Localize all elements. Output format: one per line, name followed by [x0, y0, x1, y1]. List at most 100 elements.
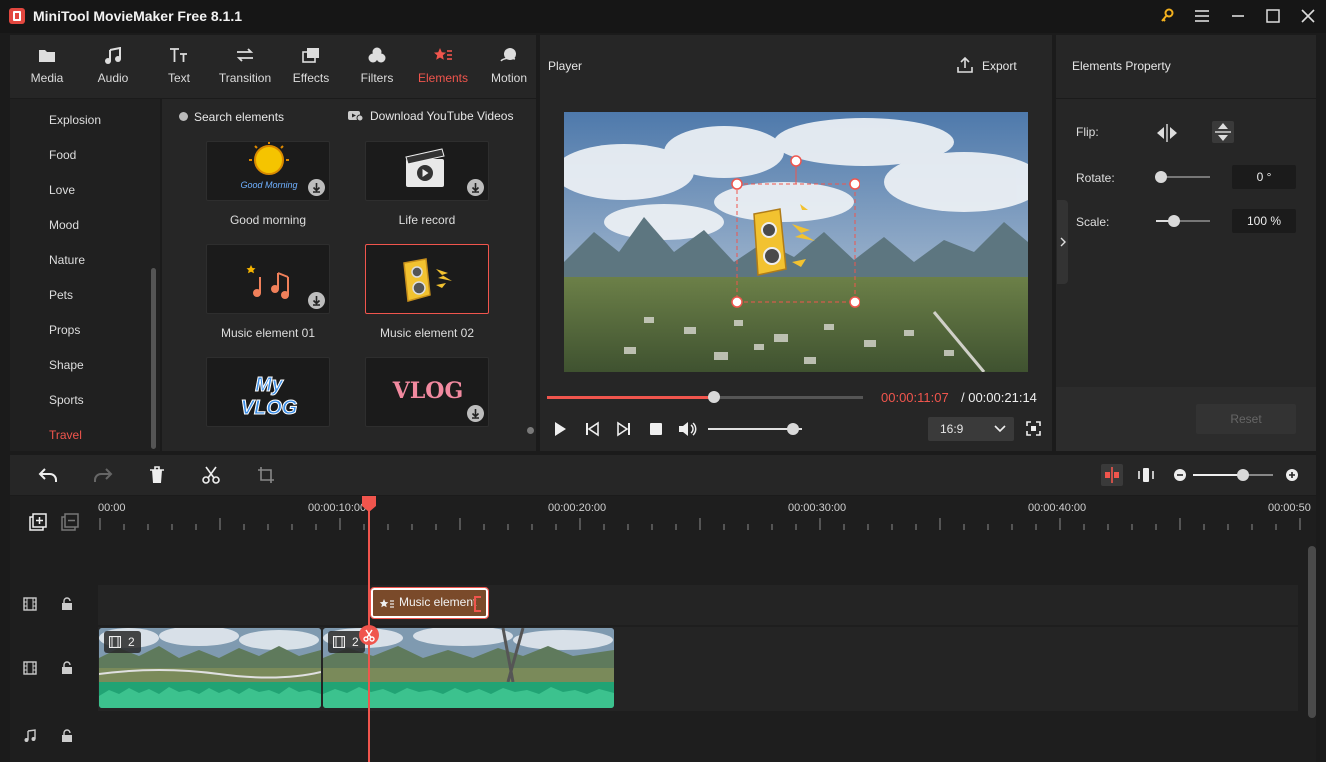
key-icon[interactable]	[1156, 6, 1178, 26]
menu-icon[interactable]	[1191, 6, 1213, 26]
export-button[interactable]: Export	[982, 59, 1017, 73]
category-item[interactable]: Mood	[49, 218, 79, 232]
tab-transition[interactable]: Transition	[212, 35, 278, 98]
tab-motion[interactable]: Motion	[476, 35, 542, 98]
element-thumb-my-vlog[interactable]: My VLOG	[206, 357, 330, 427]
ruler-ticks	[99, 518, 1301, 530]
flip-vertical-icon[interactable]	[1210, 119, 1236, 145]
snap-toggle-icon[interactable]	[1101, 464, 1123, 486]
ruler-label: 00:00:30:00	[788, 502, 847, 514]
tab-effects[interactable]: Effects	[278, 35, 344, 98]
next-frame-icon[interactable]	[616, 421, 632, 437]
category-item[interactable]: Shape	[49, 358, 84, 372]
audio-track[interactable]	[98, 712, 1298, 762]
volume-icon[interactable]	[678, 421, 698, 437]
video-track[interactable]: 2 2	[98, 627, 1298, 711]
text-icon	[169, 47, 189, 63]
split-marker-scissors-icon[interactable]	[359, 625, 379, 645]
category-item[interactable]: Pets	[49, 288, 73, 302]
add-track-icon[interactable]	[29, 513, 47, 531]
export-icon[interactable]	[956, 56, 974, 74]
element-track[interactable]: Music element	[98, 585, 1298, 625]
category-item[interactable]: Nature	[49, 253, 85, 267]
category-scrollbar[interactable]	[151, 268, 156, 449]
category-item[interactable]: Explosion	[49, 113, 101, 127]
search-elements-input[interactable]: Search elements	[194, 110, 284, 124]
minimize-icon[interactable]	[1227, 6, 1249, 26]
category-item[interactable]: Props	[49, 323, 80, 337]
scale-slider[interactable]	[1156, 215, 1210, 227]
element-overlay[interactable]	[730, 154, 860, 310]
element-label: Music element 01	[220, 326, 316, 340]
element-label: Life record	[398, 213, 456, 227]
close-icon[interactable]	[1297, 6, 1319, 26]
category-item-active[interactable]: Travel	[49, 428, 82, 442]
video-clip[interactable]: 2	[99, 628, 321, 708]
zoom-in-icon[interactable]	[1285, 468, 1299, 482]
ruler-label: 00:00	[98, 502, 126, 514]
rotate-value-input[interactable]: 0 °	[1232, 165, 1296, 189]
stop-icon[interactable]	[649, 422, 663, 436]
tab-audio[interactable]: Audio	[80, 35, 146, 98]
play-icon[interactable]	[553, 421, 567, 437]
lock-icon[interactable]	[61, 597, 73, 611]
element-thumb-good-morning[interactable]: Good Morning	[206, 141, 330, 201]
playback-progress-fill	[547, 396, 715, 399]
playhead-handle[interactable]	[362, 496, 376, 512]
redo-icon[interactable]	[93, 466, 113, 484]
maximize-icon[interactable]	[1262, 6, 1284, 26]
tab-media[interactable]: Media	[14, 35, 80, 98]
lock-icon[interactable]	[61, 729, 73, 743]
element-thumb-vlog[interactable]: VLOG	[365, 357, 489, 427]
rotate-slider[interactable]	[1155, 171, 1210, 183]
rotate-slider-knob[interactable]	[1155, 171, 1167, 183]
crop-icon[interactable]	[257, 466, 275, 484]
video-preview[interactable]	[564, 112, 1028, 372]
app-logo-icon	[9, 8, 25, 24]
element-thumb-music-01[interactable]	[206, 244, 330, 314]
player-title: Player	[548, 59, 583, 73]
element-thumb-life-record[interactable]	[365, 141, 489, 201]
fullscreen-icon[interactable]	[1026, 421, 1041, 436]
undo-icon[interactable]	[38, 466, 58, 484]
volume-slider[interactable]	[708, 423, 802, 435]
element-label: Good morning	[229, 213, 307, 227]
remove-track-icon[interactable]	[61, 513, 79, 531]
timeline-vertical-scrollbar[interactable]	[1308, 546, 1316, 718]
volume-slider-knob[interactable]	[786, 423, 799, 435]
zoom-out-icon[interactable]	[1173, 468, 1187, 482]
lock-icon[interactable]	[61, 661, 73, 675]
download-icon[interactable]	[467, 405, 484, 422]
category-item[interactable]: Love	[49, 183, 75, 197]
category-item[interactable]: Food	[49, 148, 76, 162]
element-thumb-music-02[interactable]	[365, 244, 489, 314]
playback-progress-bar[interactable]	[547, 391, 863, 403]
tab-text[interactable]: Text	[146, 35, 212, 98]
aspect-ratio-select[interactable]: 16:9	[928, 417, 1014, 441]
timeline-ruler[interactable]: 00:00 00:00:10:00 00:00:20:00 00:00:30:0…	[98, 496, 1316, 544]
zoom-slider[interactable]	[1193, 469, 1273, 481]
trim-handle-icon[interactable]	[471, 595, 485, 613]
zoom-slider-knob[interactable]	[1236, 469, 1249, 481]
panel-collapse-handle[interactable]	[1057, 200, 1068, 284]
download-youtube-videos-link[interactable]: Download YouTube Videos	[370, 109, 513, 123]
playback-progress-knob[interactable]	[708, 391, 721, 403]
ruler-label: 00:00:10:00	[308, 502, 367, 514]
flip-horizontal-icon[interactable]	[1154, 121, 1180, 145]
tab-filters[interactable]: Filters	[344, 35, 410, 98]
delete-icon[interactable]	[149, 466, 165, 484]
grid-scroll-indicator[interactable]	[527, 427, 534, 434]
previous-frame-icon[interactable]	[584, 421, 600, 437]
music-element-clip[interactable]: Music element	[370, 587, 489, 619]
split-scissors-icon[interactable]	[202, 466, 220, 484]
fit-timeline-icon[interactable]	[1137, 466, 1155, 484]
scale-slider-knob[interactable]	[1168, 215, 1180, 227]
download-icon[interactable]	[467, 179, 484, 196]
scale-value-input[interactable]: 100 %	[1232, 209, 1296, 233]
download-icon[interactable]	[308, 292, 325, 309]
reset-button[interactable]: Reset	[1196, 404, 1296, 434]
title-bar: MiniTool MovieMaker Free 8.1.1	[0, 0, 1326, 33]
category-item[interactable]: Sports	[49, 393, 84, 407]
tab-elements[interactable]: Elements	[410, 35, 476, 98]
download-icon[interactable]	[308, 179, 325, 196]
